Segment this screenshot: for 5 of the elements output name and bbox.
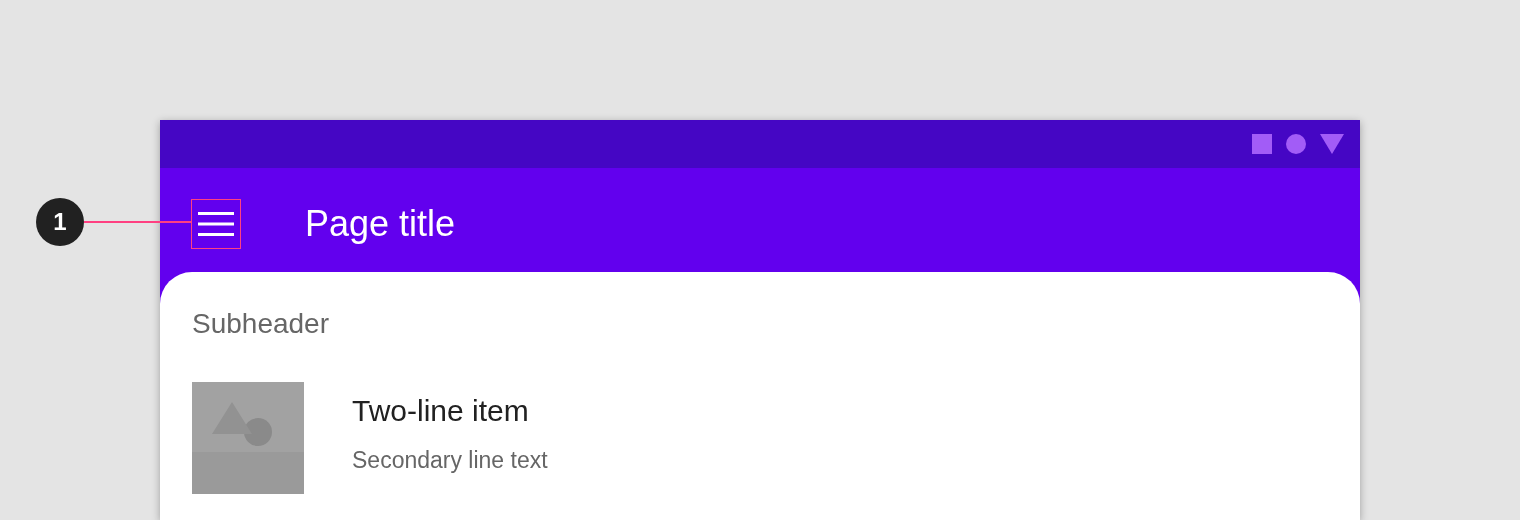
item-primary-text: Two-line item bbox=[352, 393, 530, 429]
subheader: Subheader bbox=[192, 307, 330, 341]
item-secondary-text: Secondary line text bbox=[352, 446, 548, 475]
callout-badge: 1 bbox=[36, 198, 84, 246]
page-title: Page title bbox=[305, 202, 456, 246]
